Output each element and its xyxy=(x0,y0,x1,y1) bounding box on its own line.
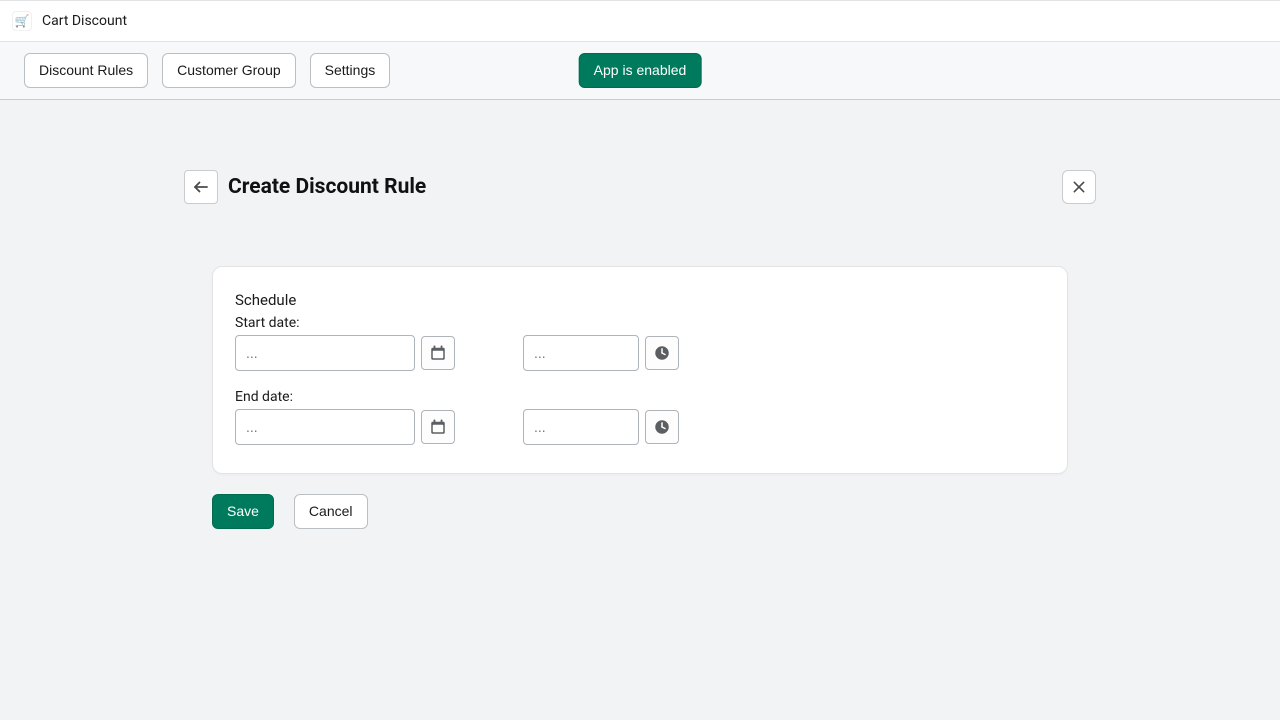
close-button[interactable] xyxy=(1062,170,1096,204)
cancel-button[interactable]: Cancel xyxy=(294,494,368,529)
end-time-picker-button[interactable] xyxy=(645,410,679,444)
page-title: Create Discount Rule xyxy=(228,175,426,199)
app-top-bar: 🛒 Cart Discount xyxy=(0,0,1280,42)
arrow-left-icon xyxy=(192,178,210,196)
end-date-input[interactable] xyxy=(235,409,415,445)
schedule-section-label: Schedule xyxy=(235,291,1045,309)
start-time-picker-button[interactable] xyxy=(645,336,679,370)
calendar-icon xyxy=(429,418,447,436)
page-header: Create Discount Rule xyxy=(184,170,1096,204)
end-date-row xyxy=(235,409,1045,445)
back-button[interactable] xyxy=(184,170,218,204)
end-time-input[interactable] xyxy=(523,409,639,445)
clock-icon xyxy=(653,418,671,436)
app-status-button[interactable]: App is enabled xyxy=(579,53,702,88)
start-date-picker-button[interactable] xyxy=(421,336,455,370)
schedule-card: Schedule Start date: End xyxy=(212,266,1068,474)
toolbar-tabs: Discount Rules Customer Group Settings xyxy=(24,53,390,88)
start-time-input[interactable] xyxy=(523,335,639,371)
start-date-row xyxy=(235,335,1045,371)
footer-actions: Save Cancel xyxy=(212,494,1068,529)
start-date-label: Start date: xyxy=(235,315,1045,331)
tab-discount-rules[interactable]: Discount Rules xyxy=(24,53,148,88)
close-icon xyxy=(1071,179,1087,195)
save-button[interactable]: Save xyxy=(212,494,274,529)
end-date-label: End date: xyxy=(235,389,1045,405)
app-icon: 🛒 xyxy=(12,11,32,31)
tab-settings[interactable]: Settings xyxy=(310,53,391,88)
calendar-icon xyxy=(429,344,447,362)
end-date-picker-button[interactable] xyxy=(421,410,455,444)
start-date-input[interactable] xyxy=(235,335,415,371)
toolbar: Discount Rules Customer Group Settings A… xyxy=(0,42,1280,100)
app-title: Cart Discount xyxy=(42,13,127,29)
tab-customer-group[interactable]: Customer Group xyxy=(162,53,295,88)
clock-icon xyxy=(653,344,671,362)
